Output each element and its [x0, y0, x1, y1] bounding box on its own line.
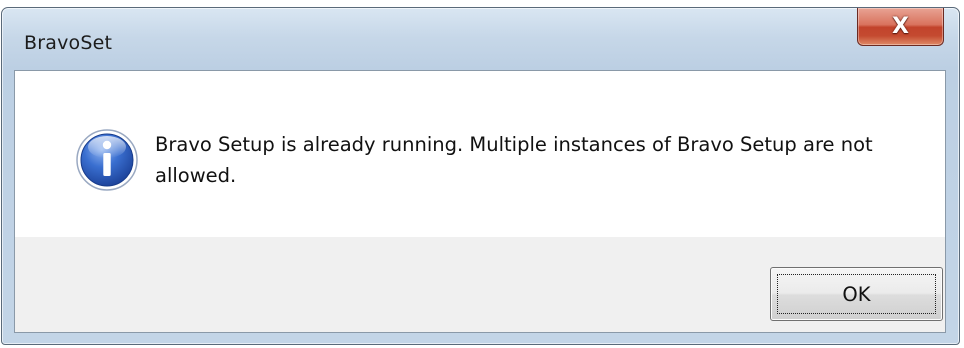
ok-button-label: OK: [842, 282, 871, 306]
message-text: Bravo Setup is already running. Multiple…: [155, 133, 873, 187]
message-dialog: BravoSet X Bravo Setup is already runnin…: [1, 7, 960, 345]
close-button[interactable]: X: [857, 8, 944, 46]
dialog-body: Bravo Setup is already running. Multiple…: [14, 70, 946, 333]
window-title: BravoSet: [24, 32, 113, 54]
close-icon: X: [892, 13, 909, 39]
title-bar[interactable]: BravoSet X: [2, 8, 959, 70]
message-area: Bravo Setup is already running. Multiple…: [15, 71, 945, 237]
info-icon: [76, 129, 138, 191]
ok-button[interactable]: OK: [770, 267, 943, 321]
focus-rectangle: OK: [777, 274, 936, 314]
